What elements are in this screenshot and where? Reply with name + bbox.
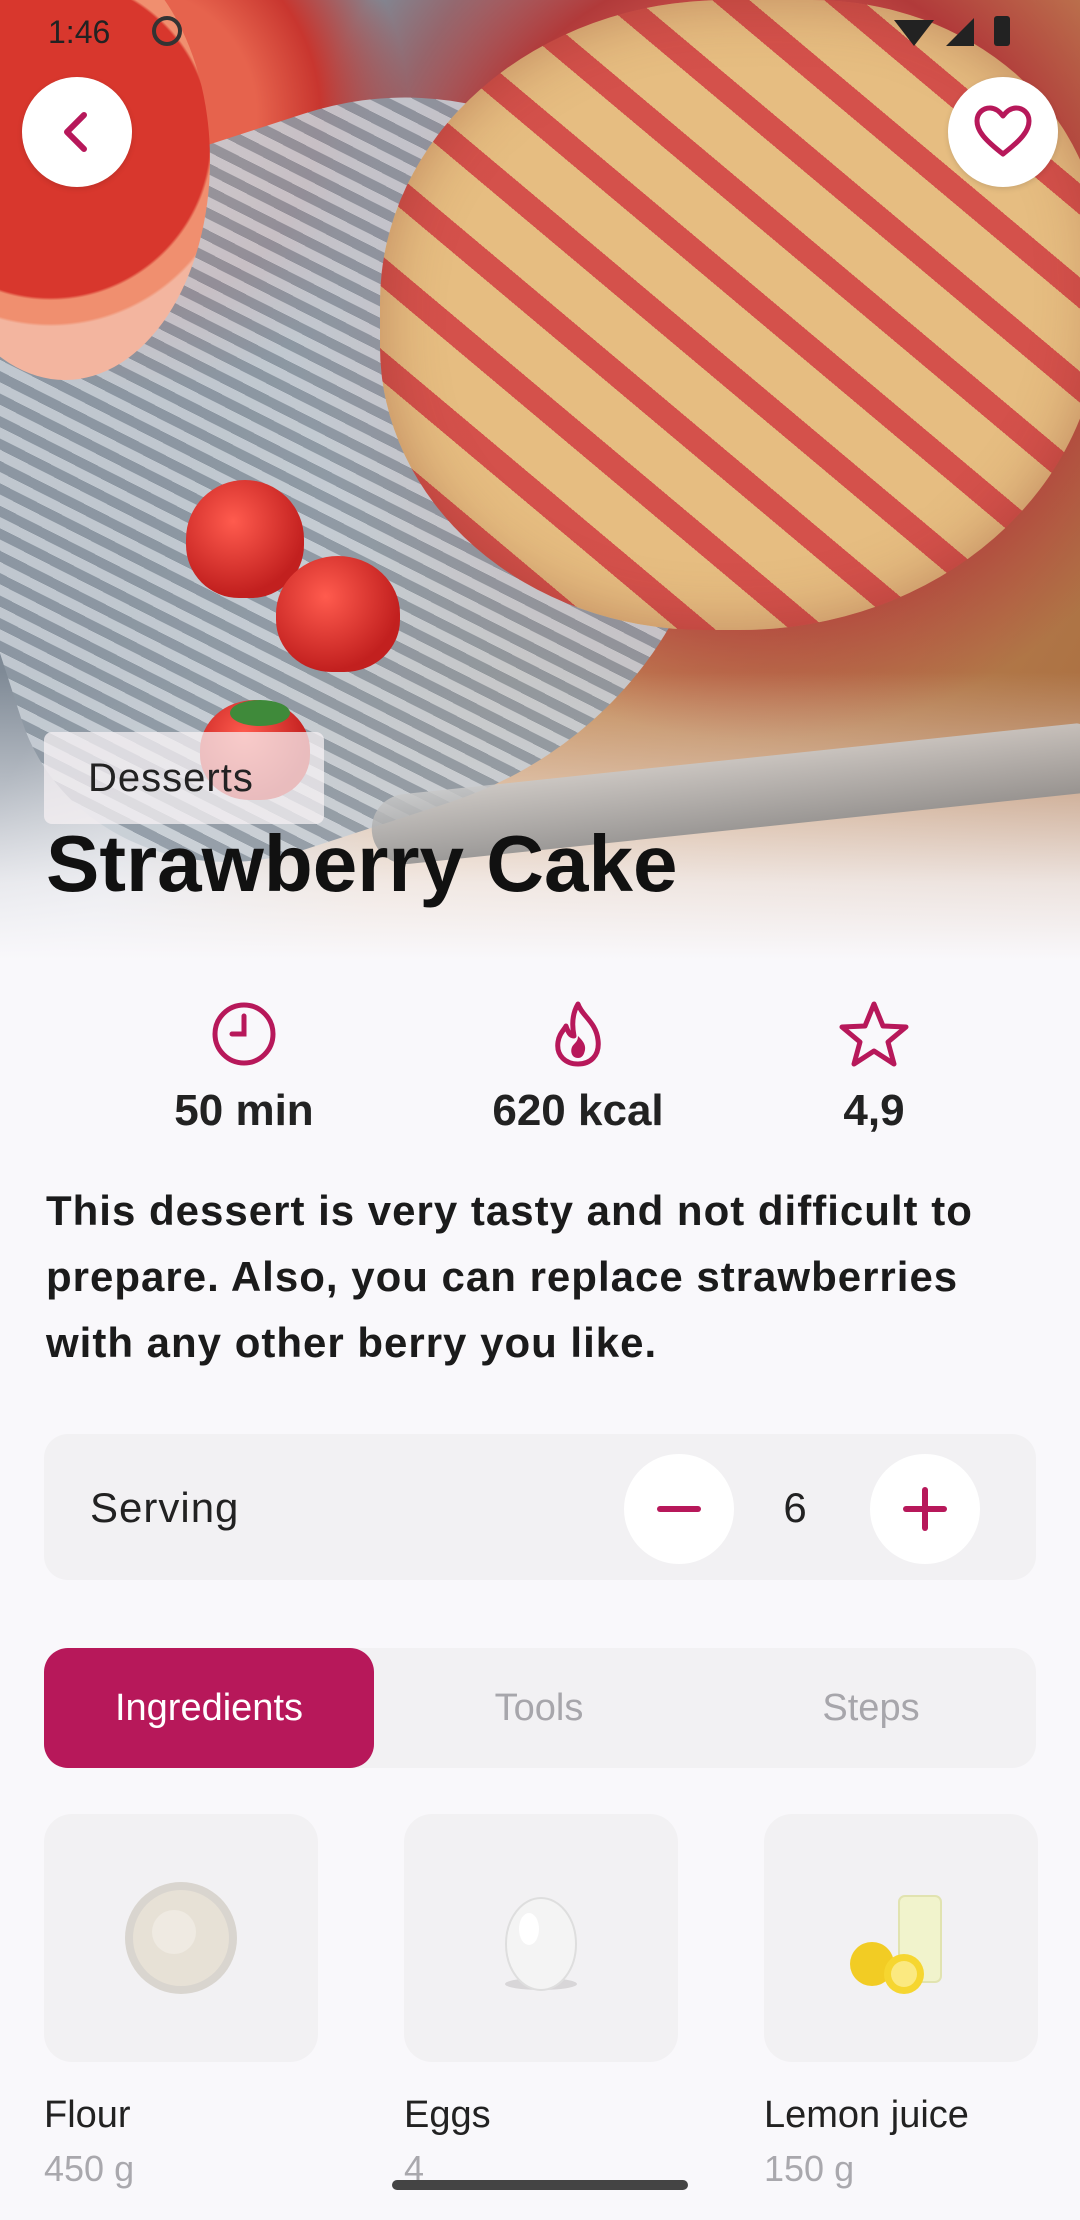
strawberry-decoration <box>276 556 400 672</box>
ingredient-amount: 150 g <box>764 2148 855 2189</box>
stat-time-value: 50 min <box>174 1086 314 1135</box>
chevron-left-icon <box>64 112 87 152</box>
recipe-title: Strawberry Cake <box>46 819 678 908</box>
ingredient-name: Flour <box>44 2094 131 2136</box>
status-icons <box>894 16 1044 48</box>
plus-icon <box>903 1487 947 1531</box>
recipe-description: This dessert is very tasty and not diffi… <box>46 1187 973 1366</box>
stat-calories: 620 kcal <box>468 1000 688 1136</box>
wifi-icon <box>894 20 934 46</box>
flour-bowl-image <box>125 1882 237 1994</box>
category-label: Desserts <box>88 756 254 800</box>
battery-icon <box>994 16 1010 46</box>
stat-rating-value: 4,9 <box>843 1086 905 1135</box>
increase-serving-button[interactable] <box>870 1454 980 1564</box>
back-button[interactable] <box>22 77 132 187</box>
ingredient-card-flour[interactable] <box>44 1814 318 2062</box>
favorite-button[interactable] <box>948 77 1058 187</box>
leaf-decoration <box>230 700 290 726</box>
serving-label: Serving <box>90 1484 240 1531</box>
heart-icon <box>974 105 1032 157</box>
ingredient-name: Lemon juice <box>764 2094 969 2136</box>
status-time: 1:46 <box>48 14 111 50</box>
ingredient-name: Eggs <box>404 2094 491 2136</box>
minus-icon <box>657 1506 701 1512</box>
serving-count: 6 <box>783 1484 807 1531</box>
serving-stepper: Serving 6 <box>44 1434 1036 1580</box>
lemon-juice-image <box>850 1895 942 1994</box>
clock-icon <box>212 1002 276 1066</box>
stat-rating: 4,9 <box>764 1000 984 1136</box>
ingredient-card-eggs[interactable] <box>404 1814 678 2062</box>
ingredient-amount: 450 g <box>44 2148 135 2189</box>
flame-icon <box>555 1001 601 1067</box>
tab-steps[interactable]: Steps <box>706 1648 1036 1768</box>
tab-tools[interactable]: Tools <box>374 1648 704 1768</box>
stat-calories-value: 620 kcal <box>492 1086 664 1135</box>
star-icon <box>839 1001 909 1067</box>
egg-image <box>505 1897 577 1991</box>
tab-ingredients[interactable]: Ingredients <box>44 1648 374 1768</box>
category-badge: Desserts <box>44 732 324 824</box>
stat-time: 50 min <box>134 1000 354 1136</box>
signal-icon <box>946 18 974 46</box>
status-bar: 1:46 <box>0 0 1080 60</box>
alarm-icon <box>152 16 182 46</box>
recipe-tabs: Ingredients Tools Steps <box>44 1648 1036 1768</box>
decrease-serving-button[interactable] <box>624 1454 734 1564</box>
ingredient-card-lemon-juice[interactable] <box>764 1814 1038 2062</box>
home-indicator[interactable] <box>392 2180 688 2190</box>
